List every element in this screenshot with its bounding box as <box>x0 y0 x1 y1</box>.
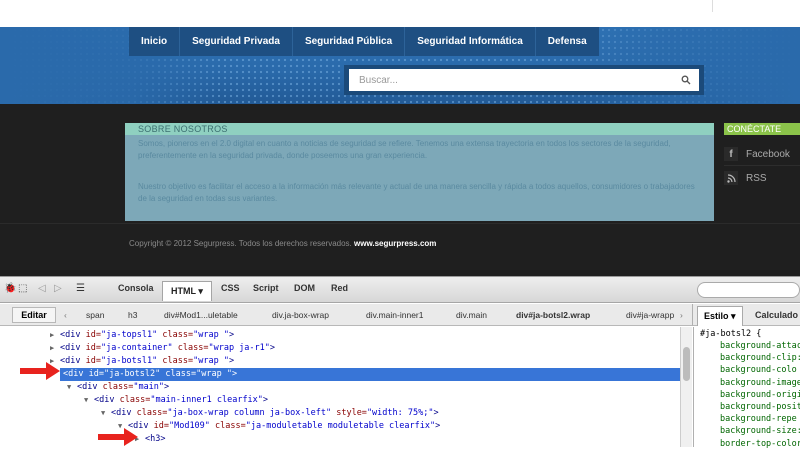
collapsed-twisty-icon[interactable]: ▶ <box>50 342 60 355</box>
crumb-2[interactable]: div#Mod1...uletable <box>164 310 238 320</box>
tree-row[interactable]: ▶ <div id="ja-container" class="wrap ja-r… <box>50 342 275 355</box>
css-property[interactable]: background-attac <box>720 341 800 351</box>
facebook-label: Facebook <box>746 148 790 160</box>
side-panel-tabs: Estilo ▾ Calculado <box>692 304 800 326</box>
crumb-6[interactable]: div#ja-botsl2.wrap <box>516 310 590 320</box>
facebook-link[interactable]: f Facebook <box>724 147 790 161</box>
tree-row-code: <div class="main-inner1 clearfix"> <box>94 395 269 405</box>
tree-row-code: <div id="Mod109" class="ja-moduletable m… <box>128 421 441 431</box>
crumb-1[interactable]: h3 <box>128 310 137 320</box>
tree-row[interactable]: ▼ <div class="main"> <box>67 381 169 394</box>
nav-item-seguridad-privada[interactable]: Seguridad Privada <box>180 27 293 56</box>
tree-row[interactable]: ▼ <div class="main-inner1 clearfix"> <box>84 394 268 407</box>
top-strip <box>0 0 800 27</box>
footer-divider <box>0 223 800 224</box>
nav-item-seguridad-informatica[interactable]: Seguridad Informática <box>405 27 536 56</box>
rss-icon <box>724 171 738 185</box>
css-property[interactable]: background-size: <box>720 426 800 436</box>
tab-css[interactable]: CSS <box>221 283 240 293</box>
search-input[interactable] <box>349 69 699 91</box>
nav-item-defensa[interactable]: Defensa <box>536 27 599 56</box>
firebug-search-input[interactable] <box>697 282 800 298</box>
site-link[interactable]: www.segurpress.com <box>354 239 436 248</box>
tree-row-selected[interactable]: <div id="ja-botsl2" class="wrap "> <box>60 368 680 381</box>
crumb-3[interactable]: div.ja-box-wrap <box>272 310 329 320</box>
css-property[interactable]: background-posit <box>720 402 800 412</box>
expanded-twisty-icon[interactable]: ▼ <box>84 394 94 407</box>
forward-icon[interactable]: ▷ <box>54 283 62 294</box>
tree-row-code: <div id="ja-topsl1" class="wrap "> <box>60 330 235 340</box>
tree-row-code: <h3> <box>145 434 166 444</box>
crumb-scroll-left-icon[interactable]: ‹ <box>64 310 67 320</box>
rss-link[interactable]: RSS <box>724 171 767 185</box>
tree-row[interactable]: ▶ <div id="ja-topsl1" class="wrap "> <box>50 329 234 342</box>
crumb-5[interactable]: div.main <box>456 310 487 320</box>
copyright-text: Copyright © 2012 Segurpress. Todos los d… <box>129 239 436 248</box>
about-paragraph-1: Somos, pioneros en el 2.0 digital en cua… <box>138 139 671 160</box>
firebug-logo-icon[interactable]: 🐞 <box>4 283 16 294</box>
tab-dom[interactable]: DOM <box>294 283 315 293</box>
copyright-label: Copyright © 2012 Segurpress. Todos los d… <box>129 239 352 248</box>
css-property[interactable]: border-top-color <box>720 439 800 449</box>
annotation-arrow-1 <box>20 362 60 380</box>
tree-row-code: <div id="ja-botsl2" class="wrap "> <box>63 369 238 379</box>
tree-row[interactable]: ▶ <div id="ja-botsl1" class="wrap "> <box>50 355 234 368</box>
crumb-0[interactable]: span <box>86 310 104 320</box>
tab-html-label: HTML <box>171 286 196 296</box>
back-icon[interactable]: ◁ <box>38 283 46 294</box>
collapsed-twisty-icon[interactable]: ▶ <box>50 329 60 342</box>
css-property[interactable]: background-image <box>720 378 800 388</box>
tree-row-code: <div class="main"> <box>77 382 170 392</box>
scroll-thumb[interactable] <box>683 347 690 381</box>
tree-row[interactable]: ▼ <div id="Mod109" class="ja-moduletable … <box>118 420 440 433</box>
tree-row-code: <div id="ja-container" class="wrap ja-r1… <box>60 343 276 353</box>
css-property[interactable]: background-repe <box>720 414 797 424</box>
expanded-twisty-icon[interactable]: ▼ <box>101 407 111 420</box>
nav-item-inicio[interactable]: Inicio <box>129 27 181 56</box>
crumb-4[interactable]: div.main-inner1 <box>366 310 423 320</box>
firebug-panel: 🐞 ⬚ ◁ ▷ ☰ Consola HTML ▾ CSS Script DOM … <box>0 276 800 449</box>
css-property[interactable]: background-colo <box>720 365 797 375</box>
about-paragraph-2: Nuestro objetivo es facilitar el acceso … <box>138 182 695 203</box>
edit-button[interactable]: Editar <box>12 307 56 323</box>
nav-item-seguridad-publica[interactable]: Seguridad Pública <box>293 27 406 56</box>
social-separator <box>724 165 800 166</box>
search-box <box>344 65 704 95</box>
menu-icon[interactable]: ☰ <box>76 283 85 294</box>
crumb-scroll-right-icon[interactable]: › <box>680 310 683 320</box>
css-selector: #ja-botsl2 { <box>700 329 762 339</box>
tab-net[interactable]: Red <box>331 283 348 293</box>
breadcrumb: Editar ‹ span h3 div#Mod1...uletable div… <box>0 304 692 326</box>
html-scrollbar[interactable] <box>680 327 692 447</box>
connect-title: CONÉCTATE <box>727 124 782 134</box>
tree-row[interactable]: ▼ <div class="ja-box-wrap column ja-box-l… <box>101 407 439 420</box>
tree-row-code: <div id="ja-botsl1" class="wrap "> <box>60 356 235 366</box>
main-nav: Inicio Seguridad Privada Seguridad Públi… <box>129 27 599 56</box>
css-property[interactable]: background-clip: <box>720 353 800 363</box>
facebook-icon: f <box>724 147 738 161</box>
tree-row-code: <div class="ja-box-wrap column ja-box-le… <box>111 408 439 418</box>
search-icon[interactable] <box>681 75 691 85</box>
firebug-toolbar: 🐞 ⬚ ◁ ▷ ☰ Consola HTML ▾ CSS Script DOM … <box>0 277 800 303</box>
top-strip-divider <box>712 0 713 12</box>
css-property[interactable]: background-origi <box>720 390 800 400</box>
style-panel: #ja-botsl2 { background-attac background-… <box>693 327 800 449</box>
rss-label: RSS <box>746 172 767 184</box>
crumb-7[interactable]: div#ja-wrapp <box>626 310 674 320</box>
tab-html[interactable]: HTML ▾ <box>162 281 212 301</box>
chevron-down-icon: ▾ <box>198 286 203 296</box>
annotation-arrow-2 <box>98 428 138 446</box>
tab-style-label: Estilo <box>704 311 729 321</box>
inspect-icon[interactable]: ⬚ <box>18 283 27 294</box>
tab-console[interactable]: Consola <box>118 283 154 293</box>
expanded-twisty-icon[interactable]: ▼ <box>67 381 77 394</box>
style-chevron-icon: ▾ <box>731 311 736 321</box>
tab-computed[interactable]: Calculado <box>755 310 798 320</box>
about-title: SOBRE NOSOTROS <box>138 124 228 134</box>
tab-script[interactable]: Script <box>253 283 279 293</box>
tab-style[interactable]: Estilo ▾ <box>697 306 743 326</box>
